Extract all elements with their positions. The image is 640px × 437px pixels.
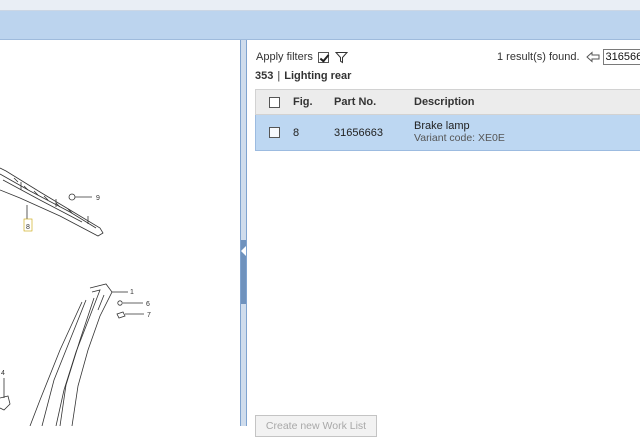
group-separator: | bbox=[277, 70, 281, 82]
parts-table: Fig. Part No. Description 8 31656663 Bra… bbox=[255, 89, 640, 151]
pane-splitter[interactable] bbox=[240, 40, 247, 426]
group-number: 353 bbox=[255, 70, 274, 82]
row-part-name: Brake lamp bbox=[414, 120, 470, 132]
callout-9[interactable]: 9 bbox=[96, 195, 100, 202]
create-work-list-button[interactable]: Create new Work List bbox=[255, 415, 377, 437]
callout-7[interactable]: 7 bbox=[147, 312, 151, 319]
exploded-parts-diagram: 9 8 1 6 7 4 bbox=[0, 167, 151, 426]
callout-4[interactable]: 4 bbox=[1, 370, 5, 377]
callout-1[interactable]: 1 bbox=[130, 289, 134, 296]
callout-6[interactable]: 6 bbox=[146, 301, 150, 308]
row-part-no: 31656663 bbox=[334, 126, 383, 139]
back-arrow-icon[interactable] bbox=[585, 51, 600, 63]
column-header-description[interactable]: Description bbox=[414, 96, 640, 108]
part-search-input[interactable] bbox=[602, 49, 640, 65]
parts-diagram-pane[interactable]: 9 8 1 6 7 4 bbox=[0, 40, 240, 426]
apply-filters-checkbox[interactable] bbox=[317, 51, 329, 63]
column-header-fig[interactable]: Fig. bbox=[293, 96, 334, 108]
row-description: Brake lamp Variant code: XE0E bbox=[414, 120, 640, 145]
search-results-bar: 1 result(s) found. bbox=[497, 48, 640, 66]
header-band bbox=[0, 11, 640, 40]
apply-filters-label: Apply filters bbox=[256, 51, 313, 63]
brake-lamp-drawing bbox=[0, 167, 104, 237]
select-all-checkbox[interactable] bbox=[269, 96, 280, 108]
rear-lamp-drawing bbox=[0, 283, 144, 426]
callout-8[interactable]: 8 bbox=[26, 224, 30, 231]
table-row[interactable]: 8 31656663 Brake lamp Variant code: XE0E bbox=[255, 115, 640, 151]
row-variant-code: Variant code: XE0E bbox=[414, 132, 505, 144]
parts-list-pane: Apply filters 1 result(s) found. 353|Lig… bbox=[247, 40, 640, 437]
row-checkbox[interactable] bbox=[269, 127, 280, 138]
column-header-part-no[interactable]: Part No. bbox=[334, 96, 414, 108]
result-count: 1 result(s) found. bbox=[497, 51, 580, 63]
row-fig: 8 bbox=[293, 126, 300, 139]
window-top-strip bbox=[0, 0, 640, 11]
table-header: Fig. Part No. Description bbox=[255, 89, 640, 115]
function-group-heading: 353 | Lighting rear bbox=[255, 70, 351, 82]
collapse-left-icon[interactable] bbox=[241, 246, 246, 256]
group-name: Lighting rear bbox=[284, 70, 352, 82]
filter-bar: Apply filters bbox=[256, 48, 348, 66]
funnel-icon[interactable] bbox=[334, 51, 348, 64]
